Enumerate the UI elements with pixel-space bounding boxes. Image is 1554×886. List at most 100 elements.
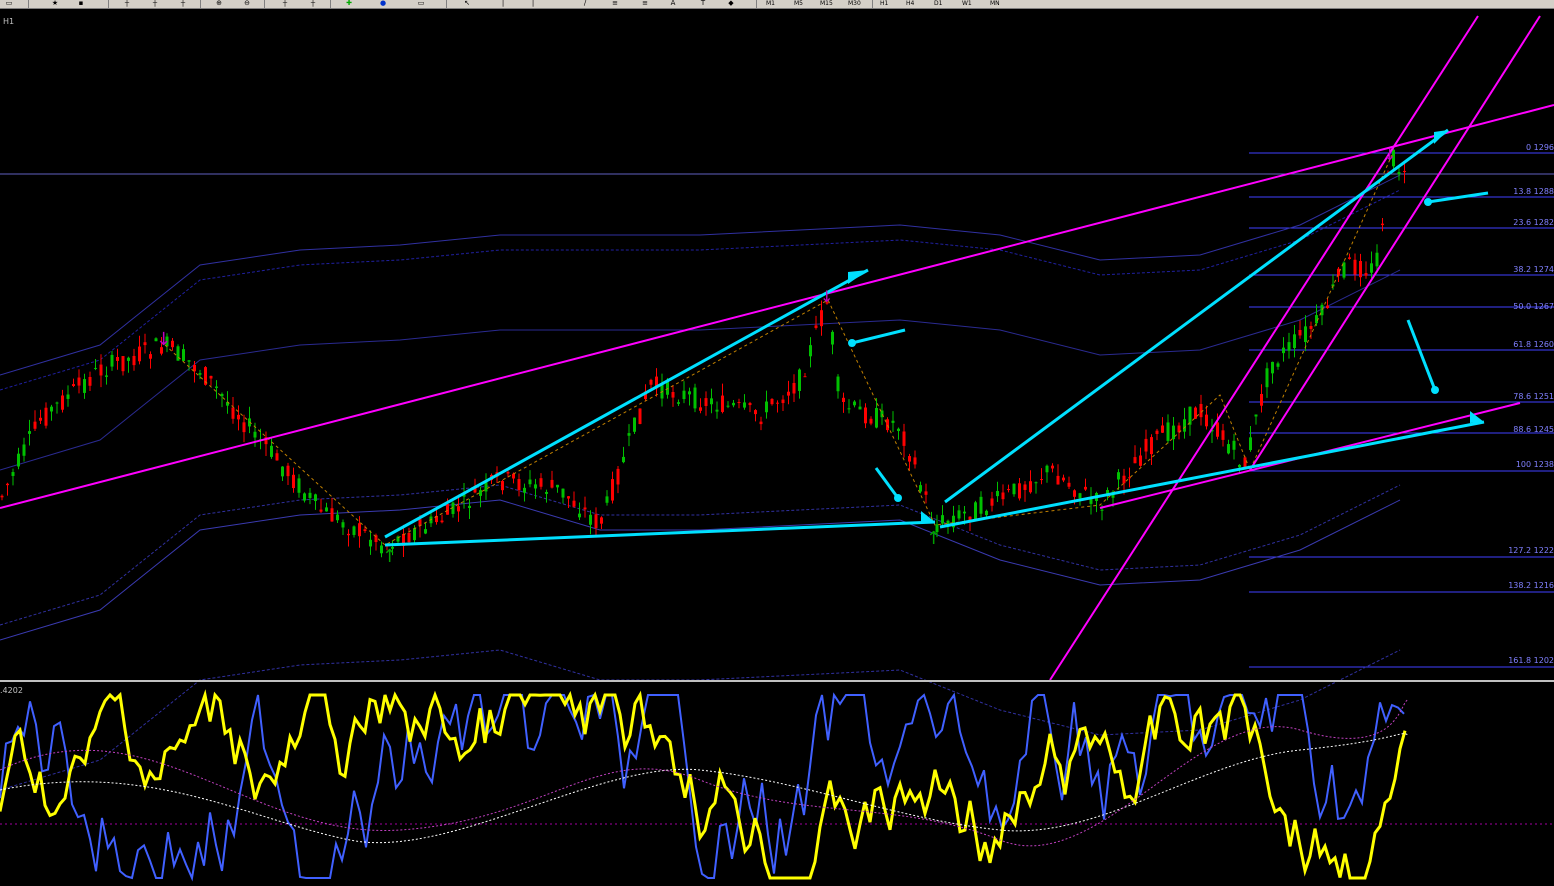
candle-body — [407, 532, 411, 543]
oscillator-value: .4202 — [0, 686, 23, 695]
candle-body — [347, 533, 350, 536]
trendline — [944, 128, 1449, 504]
candle-body — [50, 406, 53, 412]
candle-body — [715, 409, 719, 412]
fib-level-161-8: 161.8 1202 — [1508, 656, 1554, 665]
candle-body — [561, 488, 565, 498]
candle-body — [704, 398, 708, 406]
candle-body — [776, 402, 779, 404]
candle-body — [869, 418, 873, 424]
candle-body — [748, 403, 752, 406]
annotation-arrowhead — [1424, 198, 1432, 206]
candle-body — [809, 345, 812, 357]
candle-body — [77, 377, 81, 386]
fractal-up-arrow: ↑ — [926, 528, 941, 549]
candle-body — [616, 468, 620, 485]
candle-body — [468, 505, 471, 508]
candle-body — [424, 529, 427, 534]
zigzag-line — [164, 154, 1393, 546]
candle-body — [182, 349, 185, 361]
candle-body — [501, 481, 504, 491]
candle-body — [1045, 465, 1049, 473]
candle-body — [39, 417, 42, 421]
fib-level-61-8: 61.8 1260 — [1513, 340, 1554, 349]
candle-body — [1309, 325, 1313, 329]
oscillator-main-line — [0, 689, 1407, 880]
candle-body — [1062, 477, 1065, 481]
candle-body — [820, 310, 823, 327]
candle-body — [369, 539, 372, 547]
candle-body — [897, 428, 900, 432]
candle-body — [677, 402, 680, 404]
candle-body — [1139, 455, 1142, 466]
candle-body — [743, 402, 746, 408]
candle-body — [699, 407, 702, 411]
candle-body — [1056, 475, 1060, 485]
candle-body — [990, 498, 994, 506]
candle-body — [853, 401, 856, 406]
candle-body — [1018, 483, 1021, 499]
fib-level-38-2: 38.2 1274 — [1513, 265, 1554, 274]
candle-body — [143, 342, 147, 346]
candle-body — [1403, 170, 1406, 173]
candle-body — [1084, 486, 1087, 490]
candle-body — [325, 507, 328, 512]
candle-body — [1150, 437, 1153, 455]
candle-body — [1205, 414, 1208, 427]
candle-body — [1073, 490, 1076, 497]
candle-body — [413, 528, 416, 541]
trendline-arrowhead — [921, 511, 935, 523]
fractal-down-arrow: ↓ — [820, 287, 833, 306]
candle-body — [512, 473, 515, 479]
candle-body — [297, 478, 301, 493]
candle-body — [875, 407, 878, 428]
candle-body — [798, 369, 801, 391]
candle-body — [1078, 493, 1082, 499]
fib-level-88-6: 88.6 1245 — [1513, 425, 1554, 434]
candle-body — [506, 472, 510, 474]
candle-body — [352, 526, 356, 535]
fib-level-23-6: 23.6 1282 — [1513, 218, 1554, 227]
candle-body — [583, 507, 587, 510]
candle-body — [567, 496, 570, 499]
candle-body — [341, 522, 345, 528]
candle-body — [908, 456, 911, 462]
candle-body — [363, 529, 367, 531]
envelope-band — [0, 189, 1401, 391]
fib-level-50-0: 50.0 1267 — [1513, 302, 1554, 311]
candle-body — [803, 376, 807, 378]
fib-level-13-8: 13.8 1288 — [1513, 187, 1554, 196]
candle-body — [924, 491, 928, 495]
candle-body — [275, 453, 279, 461]
candle-body — [550, 479, 554, 488]
candle-body — [638, 408, 642, 424]
envelope-band — [0, 484, 1401, 626]
candle-body — [611, 479, 614, 501]
candle-body — [281, 466, 284, 477]
candle-body — [578, 513, 581, 518]
candle-body — [847, 408, 851, 410]
annotation-arrow — [874, 467, 900, 499]
candle-body — [1117, 472, 1120, 480]
candle-body — [974, 502, 977, 520]
candle-body — [1326, 305, 1329, 309]
candle-body — [649, 379, 653, 385]
candle-body — [72, 384, 75, 387]
fib-level-127-2: 127.2 1222 — [1508, 546, 1554, 555]
candle-body — [781, 399, 785, 404]
candle-body — [88, 376, 92, 386]
candle-body — [242, 422, 246, 433]
candle-body — [99, 364, 103, 376]
candle-body — [83, 379, 86, 393]
candle-body — [858, 406, 862, 410]
pane-separator[interactable] — [0, 680, 1554, 682]
candle-body — [600, 517, 603, 524]
candle-body — [457, 506, 460, 512]
candle-body — [479, 490, 482, 496]
candle-body — [308, 492, 312, 498]
candle-body — [253, 431, 257, 438]
candle-body — [1232, 440, 1236, 450]
candle-body — [605, 496, 609, 503]
price-chart[interactable]: ↓ ↓ ↓ ↑ ↑ — [0, 0, 1554, 886]
candle-body — [1287, 342, 1291, 351]
